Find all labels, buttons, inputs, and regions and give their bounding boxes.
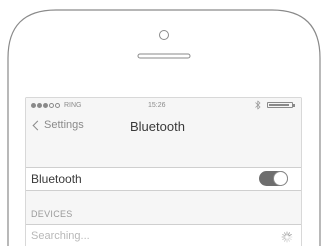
devices-section-header: DEVICES [31, 209, 73, 219]
chevron-left-icon [32, 120, 43, 131]
signal-dot [43, 103, 48, 108]
spinner-ray [284, 232, 287, 236]
spinner-ray [282, 234, 286, 237]
spinner-ray [288, 237, 292, 240]
toggle-knob [273, 171, 288, 186]
page-title: Bluetooth [130, 119, 185, 134]
status-bar: RING 15:26 [26, 98, 301, 112]
bluetooth-setting-row: Bluetooth [26, 167, 301, 191]
signal-dot [49, 103, 54, 108]
devices-list-item: Searching... [26, 224, 301, 246]
navigation-bar: Settings Bluetooth [26, 112, 301, 144]
loading-spinner-icon [281, 231, 293, 243]
status-time: 15:26 [148, 102, 166, 109]
back-button[interactable]: Settings [31, 119, 84, 132]
signal-dot [37, 103, 42, 108]
spinner-ray [284, 238, 287, 242]
carrier-name: RING [64, 102, 82, 109]
back-label: Settings [44, 119, 84, 131]
signal-dot [31, 103, 36, 108]
bluetooth-icon [255, 100, 261, 110]
battery-tip [293, 104, 295, 107]
bluetooth-setting-label: Bluetooth [31, 172, 82, 186]
bluetooth-toggle[interactable] [259, 171, 288, 186]
spinner-ray [287, 238, 290, 242]
signal-dot [55, 103, 60, 108]
spinner-ray [288, 234, 292, 237]
spinner-ray [287, 232, 290, 236]
spinner-ray [282, 237, 286, 240]
battery-level [269, 104, 289, 106]
signal-strength: RING [31, 102, 82, 109]
battery-icon [267, 102, 293, 108]
phone-screen: RING 15:26 Settings Bluetooth Bluetooth [26, 98, 301, 246]
searching-status: Searching... [31, 230, 90, 242]
stage: RING 15:26 Settings Bluetooth Bluetooth [0, 0, 328, 246]
